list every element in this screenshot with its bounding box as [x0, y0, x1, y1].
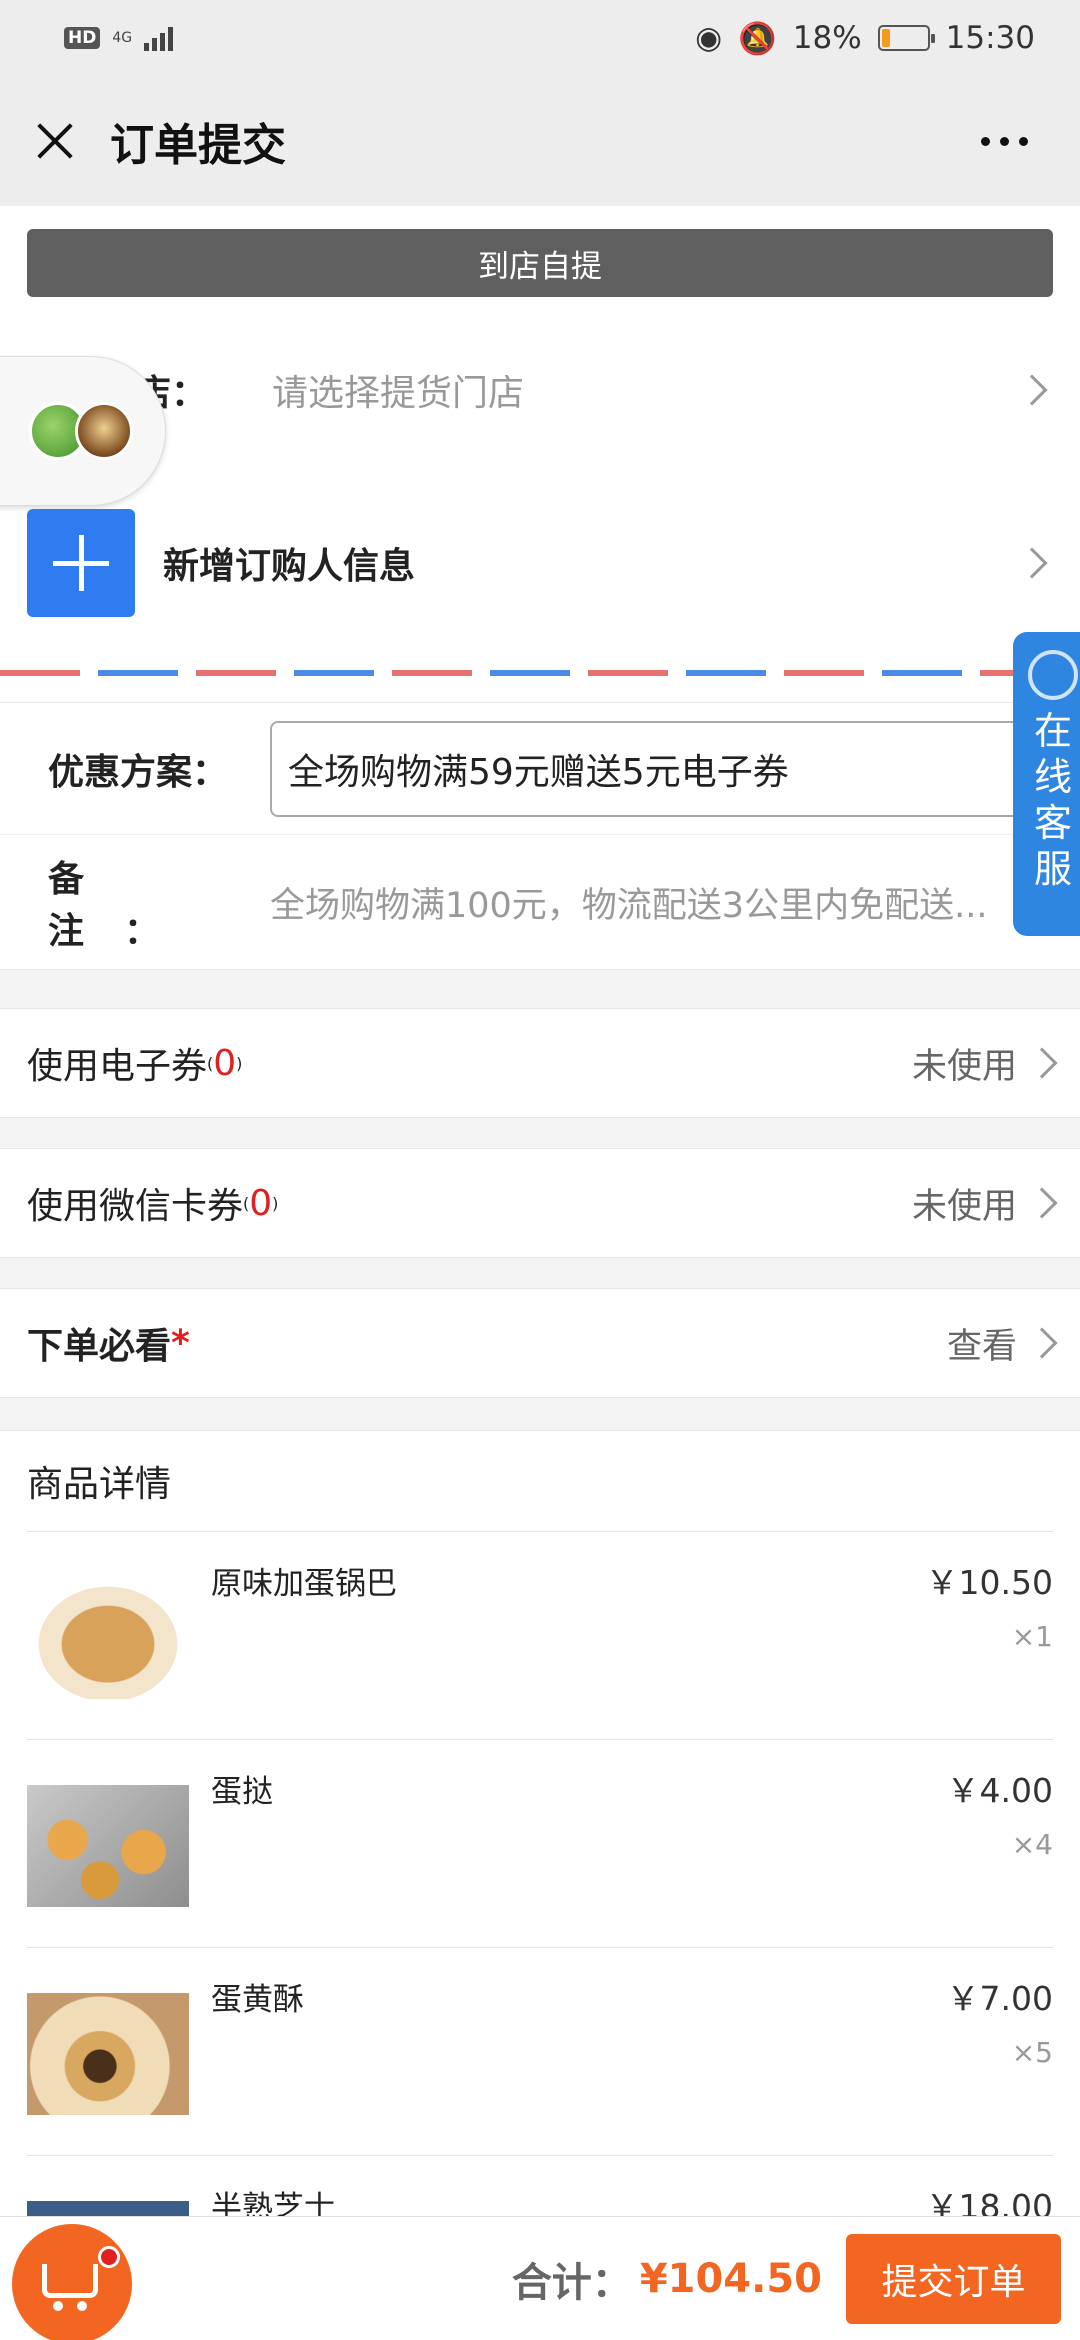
wechat-coupon-row[interactable]: 使用微信卡券(0) 未使用 — [0, 1148, 1080, 1258]
product-price: ￥4.00 — [946, 1771, 1053, 1810]
add-buyer-label: 新增订购人信息 — [163, 545, 416, 587]
chevron-right-icon — [1026, 1047, 1058, 1079]
chevron-right-icon — [1026, 1187, 1058, 1219]
mute-bell-icon: 🔕 — [738, 20, 777, 57]
promo-section: 优惠方案： 全场购物满59元赠送5元电子券 备注： 全场购物满100元，物流配送… — [0, 702, 1080, 970]
clock: 15:30 — [945, 20, 1035, 56]
online-service-label: 在线客服 — [1033, 709, 1072, 891]
promo-select[interactable]: 全场购物满59元赠送5元电子券 — [270, 721, 1070, 817]
chevron-right-icon — [1016, 546, 1048, 579]
airmail-divider — [0, 670, 1080, 676]
hd-badge: HD — [64, 27, 101, 49]
eye-icon: ◉ — [695, 20, 723, 56]
cart-button[interactable] — [12, 2224, 132, 2340]
e-coupon-label: 使用电子券 — [27, 1046, 208, 1087]
remark-label: 备注： — [48, 859, 201, 952]
section-gap — [0, 1398, 1080, 1430]
cart-badge — [98, 2246, 120, 2268]
goods-title: 商品详情 — [27, 1464, 172, 1505]
battery-icon — [877, 25, 935, 51]
wechat-coupon-label: 使用微信卡券 — [27, 1186, 244, 1227]
promo-row: 优惠方案： 全场购物满59元赠送5元电子券 — [0, 703, 1080, 835]
online-service-button[interactable]: 在线客服 — [1013, 632, 1080, 936]
total-amount: ¥104.50 — [639, 2255, 822, 2302]
app-avatar — [75, 402, 133, 460]
chevron-right-icon — [1026, 1327, 1058, 1359]
product-name: 蛋黄酥 — [211, 1982, 304, 2018]
must-read-label: 下单必看 — [27, 1326, 172, 1367]
headset-icon — [1028, 650, 1078, 700]
status-right: ◉ 🔕 18% 15:30 — [695, 20, 1035, 57]
product-image — [27, 1993, 189, 2115]
status-left: HD 4G — [64, 25, 174, 51]
page-title: 订单提交 — [110, 120, 286, 171]
more-icon[interactable] — [981, 136, 1028, 146]
goods-item[interactable]: 原味加蛋锅巴 ￥10.50 ×1 — [27, 1531, 1053, 1739]
product-image — [27, 1577, 189, 1699]
must-read-row[interactable]: 下单必看 * 查看 — [0, 1288, 1080, 1398]
add-buyer-row[interactable]: 新增订购人信息 — [0, 505, 1080, 620]
total-label: 合计： — [511, 2259, 632, 2306]
network-type: 4G — [112, 30, 133, 46]
product-price: ￥10.50 — [925, 1563, 1053, 1602]
status-bar: HD 4G ◉ 🔕 18% 15:30 — [0, 0, 1080, 76]
remark-row: 备注： 全场购物满100元，物流配送3公里内免配送... — [0, 835, 1080, 969]
goods-item[interactable]: 蛋挞 ￥4.00 ×4 — [27, 1739, 1053, 1947]
goods-section: 商品详情 原味加蛋锅巴 ￥10.50 ×1 蛋挞 ￥4.00 ×4 蛋黄酥 ￥7… — [0, 1430, 1080, 2323]
must-read-action: 查看 — [946, 1326, 1017, 1367]
product-name: 蛋挞 — [211, 1774, 273, 1810]
battery-percent: 18% — [792, 20, 862, 56]
section-gap — [0, 1258, 1080, 1288]
remark-value: 全场购物满100元，物流配送3公里内免配送... — [270, 885, 988, 926]
signal-icon — [144, 25, 174, 51]
e-coupon-status: 未使用 — [911, 1046, 1017, 1087]
cart-icon — [42, 2264, 98, 2311]
section-gap — [0, 1118, 1080, 1148]
checkout-bar: 合计： ¥104.50 提交订单 — [0, 2216, 1080, 2340]
product-price: ￥7.00 — [946, 1979, 1053, 2018]
chevron-right-icon — [1016, 374, 1048, 406]
promo-label: 优惠方案： — [48, 751, 229, 793]
store-placeholder: 请选择提货门店 — [272, 373, 525, 414]
e-coupon-count: 0 — [213, 1042, 237, 1084]
floating-app-widget[interactable] — [0, 356, 166, 506]
close-icon[interactable] — [30, 116, 80, 166]
e-coupon-row[interactable]: 使用电子券(0) 未使用 — [0, 1008, 1080, 1118]
product-name: 原味加蛋锅巴 — [211, 1566, 397, 1602]
required-star: * — [171, 1322, 190, 1364]
product-image — [27, 1785, 189, 1907]
delivery-mode-button[interactable]: 到店自提 — [27, 229, 1053, 297]
nav-bar: 订单提交 — [0, 76, 1080, 206]
submit-order-button[interactable]: 提交订单 — [846, 2233, 1061, 2324]
product-quantity: ×1 — [1011, 1620, 1053, 1653]
goods-item[interactable]: 蛋黄酥 ￥7.00 ×5 — [27, 1947, 1053, 2155]
product-quantity: ×5 — [1011, 2036, 1053, 2069]
plus-icon — [27, 508, 135, 617]
wechat-coupon-status: 未使用 — [911, 1186, 1017, 1227]
battery-fill — [881, 29, 890, 47]
product-quantity: ×4 — [1011, 1828, 1053, 1861]
section-gap — [0, 970, 1080, 1010]
wechat-coupon-count: 0 — [249, 1182, 273, 1224]
